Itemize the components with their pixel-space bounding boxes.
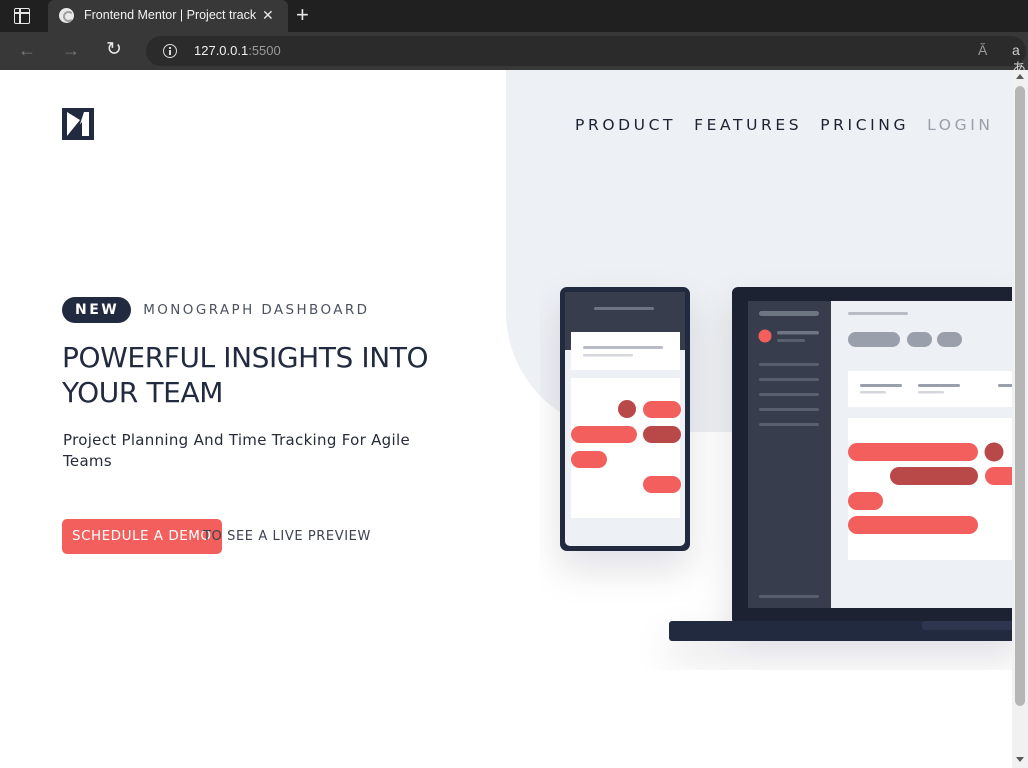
logo-icon[interactable] xyxy=(62,108,94,140)
cta-note: TO SEE A LIVE PREVIEW xyxy=(203,529,371,544)
hero-headline: POWERFUL INSIGHTS INTO YOUR TEAM xyxy=(62,341,429,409)
new-badge: NEW xyxy=(62,297,132,323)
hero-subtitle: Project Planning And Time Tracking For A… xyxy=(63,431,410,470)
address-bar[interactable]: 127.0.0.1:5500 Ă aあ xyxy=(146,36,1026,76)
badge-caption: MONOGRAPH DASHBOARD xyxy=(143,302,370,318)
forward-arrow-icon[interactable]: → xyxy=(62,40,80,60)
nav-pricing[interactable]: PRICING xyxy=(820,116,909,134)
nav-login[interactable]: LOGIN xyxy=(927,116,993,134)
scroll-up-icon[interactable] xyxy=(1016,74,1024,79)
hero-illustration xyxy=(560,287,1012,641)
close-tab-icon[interactable]: ✕ xyxy=(262,7,274,23)
url-host: 127.0.0.1 xyxy=(194,43,249,58)
site-info-icon[interactable] xyxy=(163,44,177,58)
url-port: :5500 xyxy=(248,43,281,58)
browser-toolbar: ← → ↻ 127.0.0.1:5500 Ă aあ xyxy=(0,32,1028,76)
browser-tab-strip: Frontend Mentor | Project tracking intro… xyxy=(0,0,1028,32)
read-aloud-icon[interactable]: Ă xyxy=(978,42,987,58)
new-tab-button[interactable]: + xyxy=(296,4,309,26)
tab-actions-icon[interactable] xyxy=(14,8,30,24)
scroll-down-icon[interactable] xyxy=(1016,757,1024,762)
back-arrow-icon[interactable]: ← xyxy=(18,40,36,60)
url-text[interactable]: 127.0.0.1:5500 xyxy=(194,43,281,58)
browser-tab[interactable]: Frontend Mentor | Project tracking intro… xyxy=(48,0,288,32)
nav-product[interactable]: PRODUCT xyxy=(575,116,676,134)
schedule-demo-button[interactable]: SCHEDULE A DEMO xyxy=(62,519,222,554)
page-viewport: PRODUCT FEATURES PRICING LOGIN NEW MONOG… xyxy=(0,70,1012,768)
reload-icon[interactable]: ↻ xyxy=(106,40,122,60)
tab-title: Frontend Mentor | Project tracking intro… xyxy=(84,8,256,22)
hero-badge-row: NEW MONOGRAPH DASHBOARD xyxy=(62,297,369,323)
page-scrollbar[interactable] xyxy=(1012,70,1028,768)
phone-mockup xyxy=(560,287,690,551)
nav-features[interactable]: FEATURES xyxy=(694,116,802,134)
scroll-thumb[interactable] xyxy=(1015,86,1025,706)
favicon-icon xyxy=(59,8,74,23)
main-nav: PRODUCT FEATURES PRICING LOGIN xyxy=(575,116,994,134)
laptop-mockup xyxy=(669,287,1012,641)
